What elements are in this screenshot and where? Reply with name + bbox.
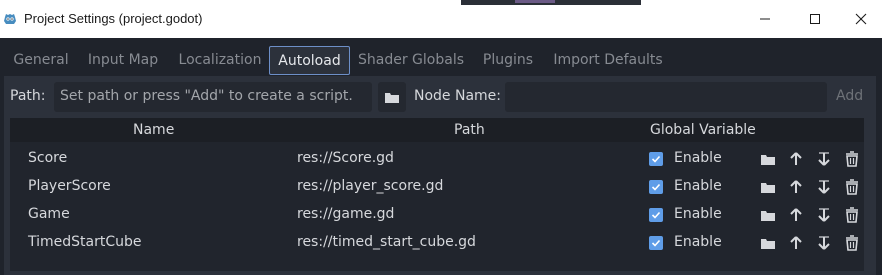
godot-logo-icon (4, 14, 16, 24)
autoload-name[interactable]: PlayerScore (28, 178, 111, 194)
path-input-placeholder: Set path or press "Add" to create a scri… (60, 88, 353, 104)
move-down-icon[interactable] (816, 207, 832, 223)
window-title: Project Settings (project.godot) (24, 11, 203, 26)
autoload-table: Name Path Global Variable Score res://Sc… (10, 118, 864, 271)
checkmark-icon (651, 155, 661, 163)
tab-plugins[interactable]: Plugins (480, 46, 536, 75)
delete-icon[interactable] (844, 235, 860, 251)
autoload-content: Path: Set path or press "Add" to create … (4, 76, 876, 275)
autoload-path-row: Path: Set path or press "Add" to create … (4, 82, 876, 112)
window-titlebar: Project Settings (project.godot) (0, 0, 882, 38)
enable-checkbox[interactable] (649, 236, 663, 250)
close-button[interactable] (838, 4, 882, 34)
delete-icon[interactable] (844, 151, 860, 167)
autoload-path[interactable]: res://Score.gd (297, 150, 394, 166)
folder-icon[interactable] (760, 151, 776, 167)
enable-checkbox[interactable] (649, 180, 663, 194)
move-up-icon[interactable] (788, 207, 804, 223)
tab-autoload[interactable]: Autoload (269, 46, 350, 75)
table-row[interactable]: Game res://game.gd Enable (10, 201, 864, 229)
path-label: Path: (10, 88, 46, 104)
background-app-strip-accent (515, 0, 555, 3)
column-header-path: Path (454, 122, 485, 138)
maximize-button[interactable] (792, 4, 838, 34)
folder-icon[interactable] (760, 235, 776, 251)
tab-shader-globals[interactable]: Shader Globals (358, 46, 464, 75)
enable-label: Enable (674, 150, 722, 166)
delete-icon[interactable] (844, 179, 860, 195)
move-up-icon[interactable] (788, 151, 804, 167)
folder-icon (385, 93, 399, 103)
column-header-global-variable: Global Variable (650, 122, 756, 138)
folder-icon[interactable] (760, 179, 776, 195)
autoload-path[interactable]: res://timed_start_cube.gd (297, 234, 476, 250)
browse-path-button[interactable] (378, 82, 406, 112)
tab-general[interactable]: General (11, 46, 71, 75)
enable-label: Enable (674, 206, 722, 222)
column-header-name: Name (133, 122, 175, 138)
autoload-name[interactable]: Score (28, 150, 67, 166)
checkmark-icon (651, 239, 661, 247)
minimize-icon (760, 18, 770, 20)
minimize-button[interactable] (742, 4, 788, 34)
add-autoload-button[interactable]: Add (836, 88, 863, 104)
move-down-icon[interactable] (816, 179, 832, 195)
delete-icon[interactable] (844, 207, 860, 223)
autoload-name[interactable]: Game (28, 206, 70, 222)
maximize-icon (810, 14, 820, 24)
move-up-icon[interactable] (788, 179, 804, 195)
enable-checkbox[interactable] (649, 152, 663, 166)
node-name-input[interactable] (505, 82, 827, 112)
autoload-path[interactable]: res://player_score.gd (297, 178, 443, 194)
table-row[interactable]: PlayerScore res://player_score.gd Enable (10, 173, 864, 201)
checkmark-icon (651, 183, 661, 191)
enable-label: Enable (674, 234, 722, 250)
tab-localization[interactable]: Localization (176, 46, 264, 75)
enable-checkbox[interactable] (649, 208, 663, 222)
path-input[interactable]: Set path or press "Add" to create a scri… (54, 82, 372, 112)
checkmark-icon (651, 211, 661, 219)
move-up-icon[interactable] (788, 235, 804, 251)
enable-label: Enable (674, 178, 722, 194)
move-down-icon[interactable] (816, 235, 832, 251)
table-header: Name Path Global Variable (10, 118, 864, 142)
close-icon (855, 13, 867, 25)
tab-input-map[interactable]: Input Map (86, 46, 160, 75)
project-settings-panel: General Input Map Localization Autoload … (0, 38, 882, 275)
autoload-name[interactable]: TimedStartCube (28, 234, 142, 250)
tab-import-defaults[interactable]: Import Defaults (552, 46, 664, 75)
table-row[interactable]: Score res://Score.gd Enable (10, 145, 864, 173)
autoload-path[interactable]: res://game.gd (297, 206, 394, 222)
node-name-label: Node Name: (414, 88, 502, 104)
move-down-icon[interactable] (816, 151, 832, 167)
table-row[interactable]: TimedStartCube res://timed_start_cube.gd… (10, 229, 864, 257)
tab-bar: General Input Map Localization Autoload … (4, 46, 876, 76)
folder-icon[interactable] (760, 207, 776, 223)
